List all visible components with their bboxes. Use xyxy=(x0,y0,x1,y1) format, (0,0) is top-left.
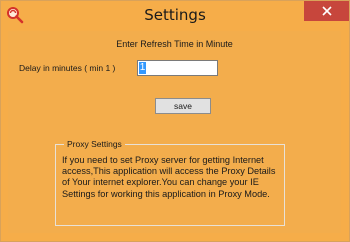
close-icon xyxy=(321,6,332,16)
delay-label: Delay in minutes ( min 1 ) xyxy=(19,63,116,73)
proxy-settings-group: Proxy Settings If you need to set Proxy … xyxy=(55,139,285,226)
close-button[interactable] xyxy=(304,1,349,21)
proxy-info-text: If you need to set Proxy server for gett… xyxy=(62,155,276,199)
proxy-settings-legend: Proxy Settings xyxy=(64,139,125,149)
title-bar[interactable]: Settings xyxy=(1,1,349,31)
window-title: Settings xyxy=(144,6,206,24)
refresh-heading: Enter Refresh Time in Minute xyxy=(116,39,233,49)
save-button[interactable]: save xyxy=(155,98,211,114)
settings-panel: Enter Refresh Time in Minute Delay in mi… xyxy=(8,31,341,233)
settings-window: Settings Enter Refresh Time in Minute De… xyxy=(0,0,350,242)
delay-minutes-input[interactable] xyxy=(137,60,218,76)
